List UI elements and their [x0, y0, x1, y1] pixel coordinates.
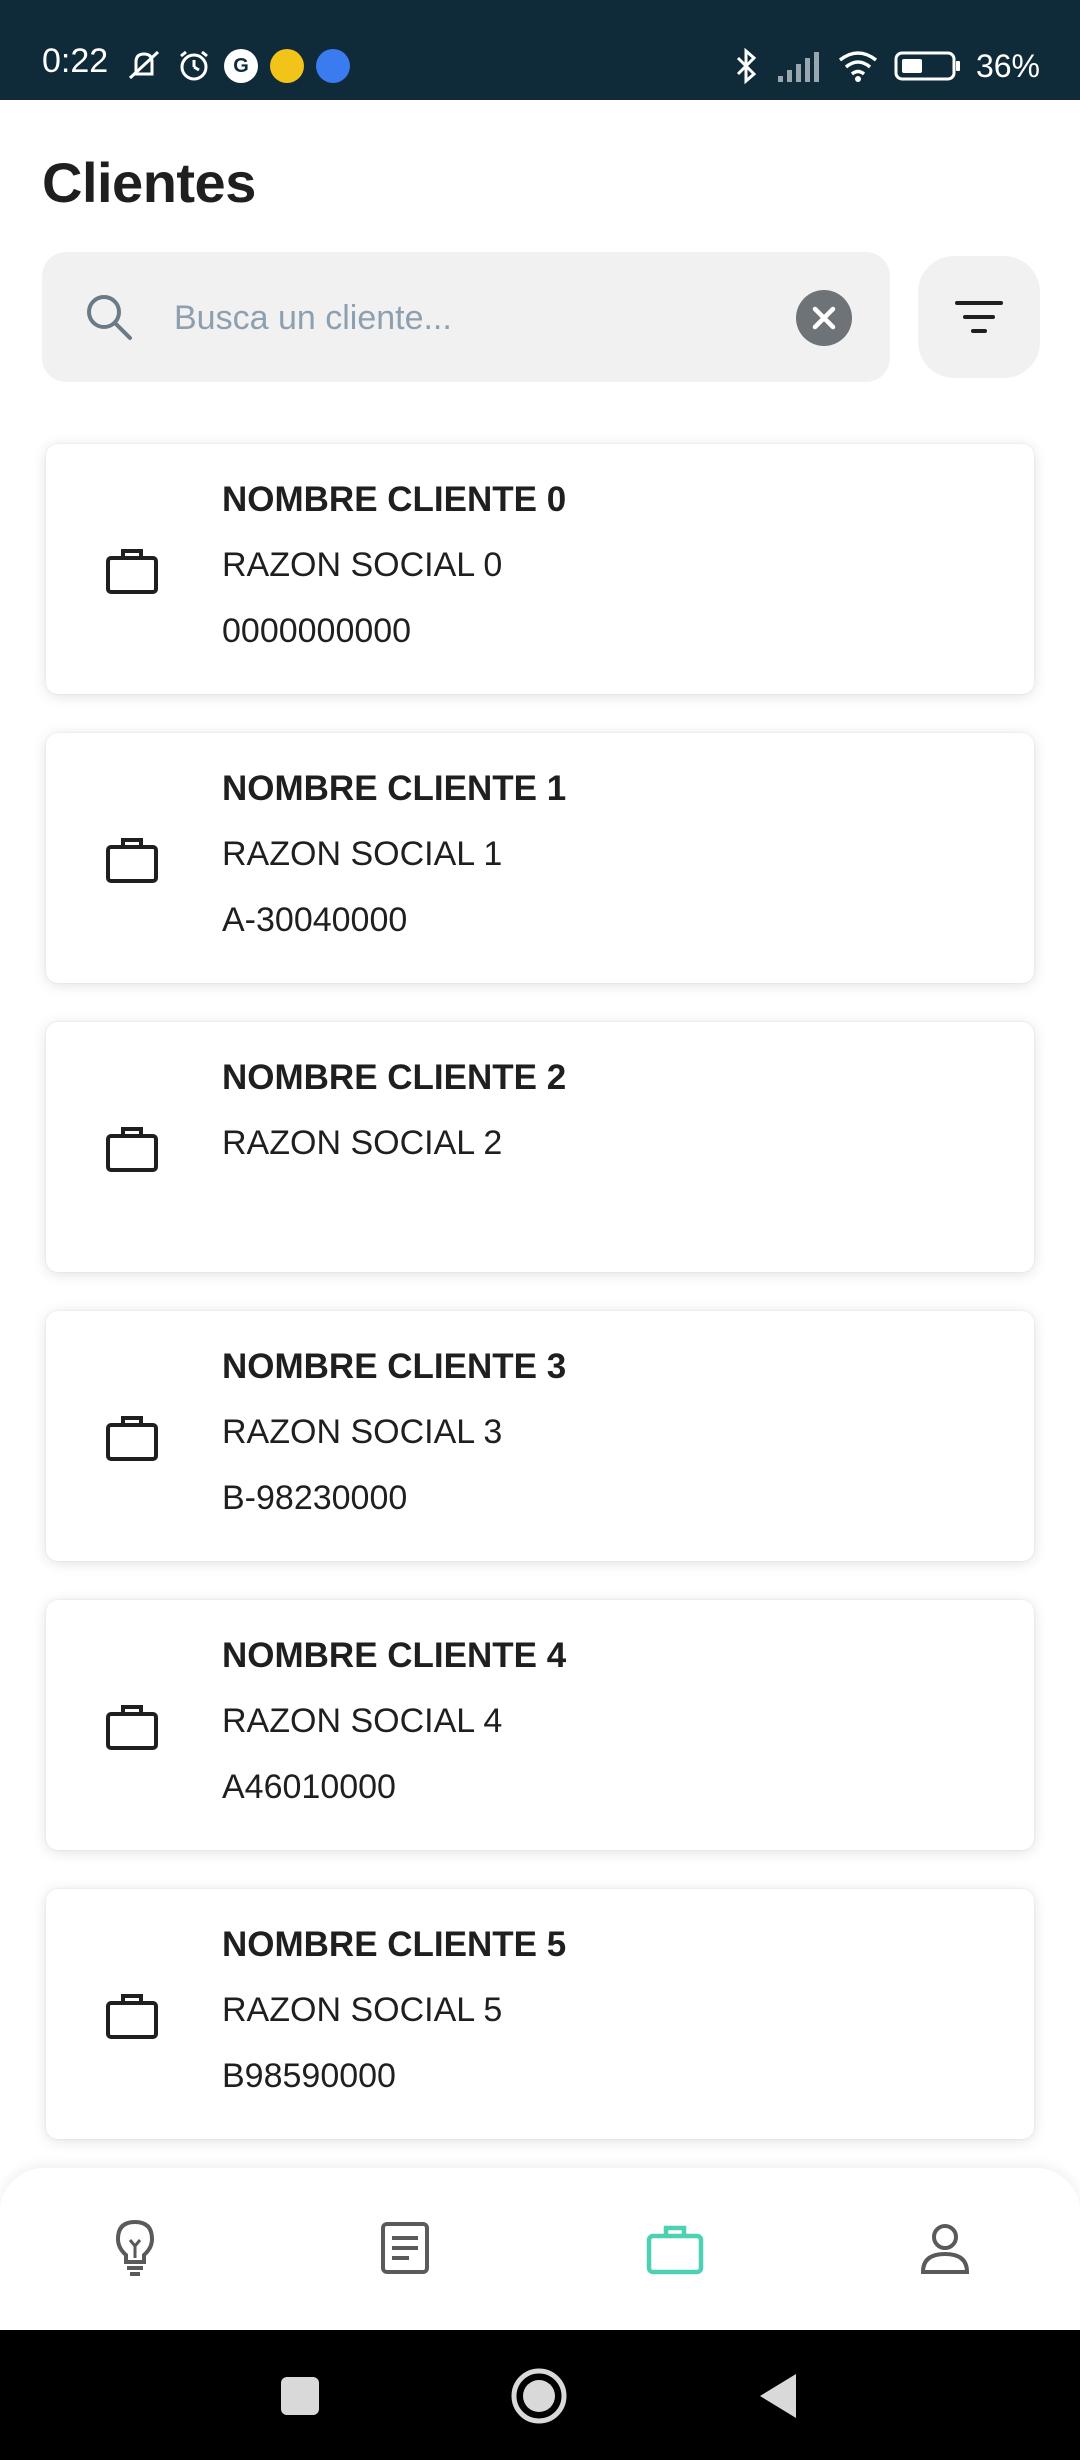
status-icons-right: 36% — [732, 48, 1040, 84]
client-card[interactable]: NOMBRE CLIENTE 4 RAZON SOCIAL 4 A4601000… — [46, 1600, 1034, 1850]
nav-item-clients[interactable] — [635, 2208, 715, 2288]
square-icon — [281, 2377, 319, 2415]
document-icon — [381, 2222, 429, 2274]
nav-item-documents[interactable] — [365, 2208, 445, 2288]
briefcase-icon — [106, 1416, 158, 1461]
client-card[interactable]: NOMBRE CLIENTE 1 RAZON SOCIAL 1 A-300400… — [46, 733, 1034, 983]
client-card[interactable]: NOMBRE CLIENTE 3 RAZON SOCIAL 3 B-982300… — [46, 1311, 1034, 1561]
client-card[interactable]: NOMBRE CLIENTE 0 RAZON SOCIAL 0 00000000… — [46, 444, 1034, 694]
client-razon-social: RAZON SOCIAL 4 — [222, 1702, 503, 1740]
close-icon — [812, 306, 836, 330]
system-nav-bar — [0, 2330, 1080, 2460]
mute-icon — [128, 50, 160, 80]
search-box[interactable] — [42, 252, 890, 382]
nav-item-profile[interactable] — [905, 2208, 985, 2288]
client-card[interactable]: NOMBRE CLIENTE 2 RAZON SOCIAL 2 — [46, 1022, 1034, 1272]
bottom-nav — [0, 2168, 1080, 2330]
client-name: NOMBRE CLIENTE 3 — [222, 1347, 567, 1386]
client-cif: 0000000000 — [222, 612, 412, 650]
status-bar: 0:22 G 36% — [0, 0, 1080, 100]
google-icon: G — [224, 49, 258, 83]
back-button[interactable] — [748, 2366, 808, 2426]
status-time: 0:22 — [42, 42, 109, 80]
client-name: NOMBRE CLIENTE 0 — [222, 480, 567, 519]
search-input[interactable] — [172, 282, 796, 354]
client-cif: A46010000 — [222, 1768, 396, 1806]
briefcase-icon — [106, 838, 158, 883]
client-razon-social: RAZON SOCIAL 5 — [222, 1991, 503, 2029]
signal-icon — [777, 52, 819, 82]
status-icons-left: G — [124, 48, 350, 84]
filter-icon — [955, 301, 1003, 333]
client-cif: B98590000 — [222, 2057, 396, 2095]
client-razon-social: RAZON SOCIAL 0 — [222, 546, 503, 584]
bluetooth-icon — [736, 48, 757, 84]
briefcase-icon — [106, 549, 158, 594]
nav-item-ideas[interactable] — [95, 2208, 175, 2288]
client-name: NOMBRE CLIENTE 2 — [222, 1058, 567, 1097]
briefcase-icon — [106, 1705, 158, 1750]
client-cif: A-30040000 — [222, 901, 408, 939]
recents-button[interactable] — [270, 2366, 330, 2426]
client-name: NOMBRE CLIENTE 1 — [222, 769, 567, 808]
search-icon — [87, 295, 132, 340]
back-triangle-icon — [760, 2374, 796, 2418]
briefcase-icon — [106, 1994, 158, 2039]
user-icon — [920, 2224, 970, 2274]
filter-button[interactable] — [918, 256, 1040, 378]
home-circle-icon — [511, 2368, 567, 2424]
client-razon-social: RAZON SOCIAL 1 — [222, 835, 503, 873]
client-cif: B-98230000 — [222, 1479, 408, 1517]
client-card[interactable]: NOMBRE CLIENTE 5 RAZON SOCIAL 5 B9859000… — [46, 1889, 1034, 2139]
clear-search-button[interactable] — [796, 290, 852, 346]
briefcase-icon — [646, 2225, 704, 2275]
security-icon — [316, 49, 350, 83]
home-button[interactable] — [509, 2366, 569, 2426]
briefcase-icon — [106, 1127, 158, 1172]
client-razon-social: RAZON SOCIAL 3 — [222, 1413, 503, 1451]
wifi-icon — [838, 51, 878, 82]
page-title: Clientes — [42, 151, 256, 214]
client-name: NOMBRE CLIENTE 5 — [222, 1925, 567, 1964]
alarm-icon — [180, 50, 208, 81]
battery-icon — [894, 51, 960, 81]
app-icon — [270, 49, 304, 83]
client-razon-social: RAZON SOCIAL 2 — [222, 1124, 503, 1162]
lightbulb-icon — [115, 2219, 155, 2276]
battery-percent: 36% — [975, 48, 1040, 84]
client-name: NOMBRE CLIENTE 4 — [222, 1636, 567, 1675]
